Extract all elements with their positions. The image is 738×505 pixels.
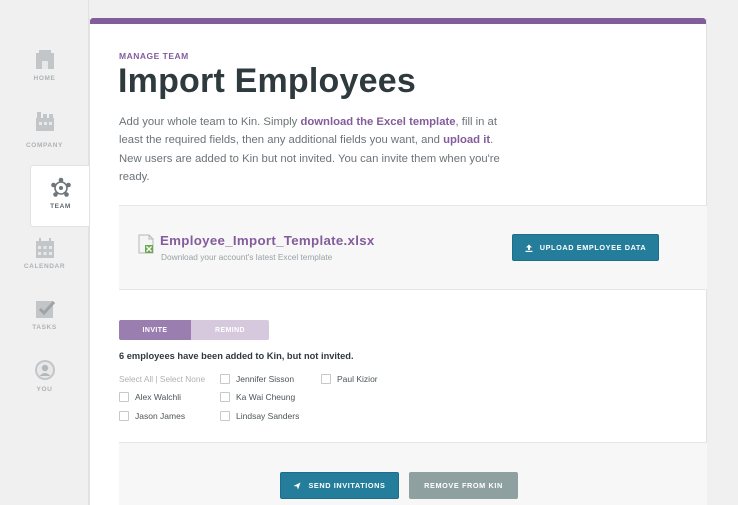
sidebar-item-team[interactable]: TEAM [30,165,90,227]
checkbox[interactable] [321,374,331,384]
employee-name: Alex Walchli [135,392,181,402]
employee-checkbox-item[interactable]: Jennifer Sisson [220,374,294,384]
calendar-icon [35,238,54,258]
upload-button-label: UPLOAD EMPLOYEE DATA [539,243,647,252]
send-invitations-button[interactable]: SEND INVITATIONS [280,472,399,499]
avatar-icon [34,360,55,380]
employee-name: Jennifer Sisson [236,374,295,384]
home-icon [35,50,54,69]
employee-checkbox-item[interactable]: Jason James [119,411,185,421]
send-icon [293,482,301,489]
employee-name: Paul Kizior [337,374,378,384]
sidebar: HOME COMPANY TEAM CALENDAR TASKS YOU [0,0,90,505]
sidebar-item-you[interactable]: YOU [0,359,89,421]
sidebar-item-company[interactable]: COMPANY [0,110,89,172]
sidebar-item-label: HOME [33,75,56,82]
select-links: Select All | Select None [119,374,205,384]
invite-remind-tabs: INVITE REMIND [119,320,269,340]
employee-checkbox-item[interactable]: Lindsay Sanders [220,411,299,421]
invite-notice: 6 employees have been added to Kin, but … [119,351,354,361]
tasks-icon [35,300,55,318]
employee-checkbox-item[interactable]: Alex Walchli [119,392,181,402]
employee-name: Lindsay Sanders [236,411,300,421]
description-text: Add your whole team to Kin. Simply [119,116,301,128]
upload-link[interactable]: upload it [443,134,490,146]
template-download-panel: Employee_Import_Template.xlsx Download y… [119,205,707,290]
employee-name: Jason James [135,411,186,421]
sidebar-item-label: TEAM [50,203,71,210]
remove-from-kin-button[interactable]: REMOVE FROM KIN [409,472,518,499]
employee-checkbox-item[interactable]: Ka Wai Cheung [220,392,295,402]
action-footer: SEND INVITATIONS REMOVE FROM KIN [119,442,707,505]
select-none-link[interactable]: Select None [160,374,205,384]
card-accent-bar [90,18,706,24]
checkbox[interactable] [119,411,129,421]
sidebar-item-label: CALENDAR [23,263,66,270]
sidebar-item-calendar[interactable]: CALENDAR [0,237,89,299]
template-file-link[interactable]: Employee_Import_Template.xlsx [160,233,375,248]
sidebar-item-label: YOU [36,386,53,393]
template-file-subtitle: Download your account's latest Excel tem… [161,252,333,262]
checkbox[interactable] [220,374,230,384]
page-title: Import Employees [118,62,416,100]
select-separator: | [155,374,158,384]
checkbox[interactable] [220,411,230,421]
tab-invite[interactable]: INVITE [119,320,191,340]
upload-icon [525,244,533,252]
sidebar-item-tasks[interactable]: TASKS [0,298,89,360]
page-description: Add your whole team to Kin. Simply downl… [119,113,504,186]
company-icon [35,112,54,131]
main-card: MANAGE TEAM Import Employees Add your wh… [89,18,707,505]
sidebar-item-label: TASKS [32,324,57,331]
section-overline: MANAGE TEAM [119,51,189,61]
upload-employee-data-button[interactable]: UPLOAD EMPLOYEE DATA [512,234,659,261]
sidebar-item-home[interactable]: HOME [0,48,89,110]
employee-checkbox-item[interactable]: Paul Kizior [321,374,378,384]
download-template-link[interactable]: download the Excel template [300,116,455,128]
team-icon [50,177,71,197]
excel-file-icon [138,234,154,254]
send-button-label: SEND INVITATIONS [308,481,386,490]
checkbox[interactable] [220,392,230,402]
employee-name: Ka Wai Cheung [236,392,296,402]
tab-remind[interactable]: REMIND [191,320,269,340]
select-all-link[interactable]: Select All [119,374,153,384]
checkbox[interactable] [119,392,129,402]
sidebar-item-label: COMPANY [26,142,63,149]
